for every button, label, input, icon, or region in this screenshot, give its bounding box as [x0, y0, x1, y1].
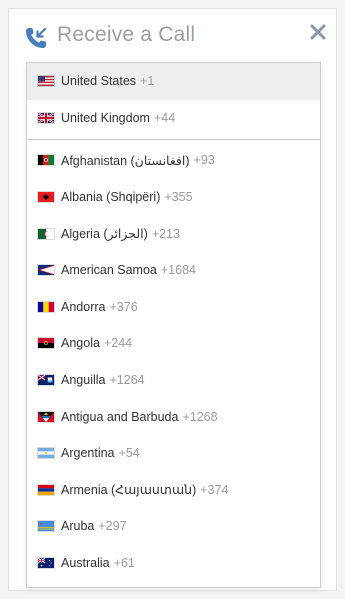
list-divider — [27, 139, 320, 141]
dial-code: +44 — [153, 110, 176, 125]
country-option-american-samoa[interactable]: American Samoa +1684 — [27, 252, 320, 289]
dial-code: +1268 — [182, 409, 218, 424]
dial-code: +54 — [118, 446, 140, 461]
flag-aw-icon — [37, 520, 55, 533]
flag-ar-icon — [37, 447, 55, 460]
flag-af-icon — [37, 154, 55, 167]
flag-dz-icon — [37, 227, 55, 240]
flag-au-icon — [37, 557, 55, 570]
country-option-argentina[interactable]: Argentina +54 — [27, 435, 320, 472]
country-name: Algeria (‫الجزائر‬‎) — [61, 227, 148, 242]
country-option-armenia[interactable]: Armenia (Հայաստան) +374 — [27, 472, 320, 509]
dial-code: +93 — [193, 153, 215, 168]
country-option-anguilla[interactable]: Anguilla +1264 — [27, 362, 320, 399]
country-option-aruba[interactable]: Aruba +297 — [27, 508, 320, 545]
country-name: Argentina — [61, 446, 115, 461]
flag-as-icon — [37, 264, 55, 277]
country-option-angola[interactable]: Angola +244 — [27, 325, 320, 362]
country-name: Anguilla — [61, 373, 106, 388]
country-name: Albania (Shqipëri) — [61, 190, 161, 205]
country-name: United States — [61, 74, 137, 89]
country-name: Armenia (Հայաստան) — [61, 483, 197, 498]
flag-al-icon — [37, 191, 55, 204]
dial-code: +1684 — [160, 263, 196, 278]
receive-call-panel: Receive a Call United States +1 United K… — [8, 8, 337, 591]
close-icon[interactable] — [309, 23, 327, 41]
flag-gb-icon — [37, 111, 55, 124]
country-name: Afghanistan (‫افغانستان‬‎) — [61, 153, 190, 168]
dial-code: +213 — [151, 226, 180, 241]
flag-ai-icon — [37, 374, 55, 387]
country-name: Angola — [61, 336, 100, 351]
country-name: American Samoa — [61, 263, 157, 278]
country-name: Andorra — [61, 299, 106, 314]
phone-incoming-icon — [26, 27, 47, 48]
flag-us-icon — [37, 75, 55, 88]
country-option-united-states[interactable]: United States +1 — [27, 63, 320, 100]
country-dropdown-list[interactable]: United States +1 United Kingdom +44 Afgh… — [26, 62, 321, 588]
country-name: Antigua and Barbuda — [61, 409, 179, 424]
dial-code: +297 — [98, 519, 127, 534]
country-option-albania[interactable]: Albania (Shqipëri) +355 — [27, 179, 320, 216]
dial-code: +374 — [200, 482, 229, 497]
country-option-afghanistan[interactable]: Afghanistan (‫افغانستان‬‎) +93 — [27, 142, 320, 179]
country-option-united-kingdom[interactable]: United Kingdom +44 — [27, 100, 320, 137]
country-name: Aruba — [61, 519, 95, 534]
dial-code: +1264 — [109, 373, 145, 388]
country-option-australia[interactable]: Australia +61 — [27, 545, 320, 582]
dial-code: +355 — [164, 190, 193, 205]
country-name: Australia — [61, 556, 110, 571]
country-option-antigua-and-barbuda[interactable]: Antigua and Barbuda +1268 — [27, 398, 320, 435]
flag-ao-icon — [37, 337, 55, 350]
country-option-andorra[interactable]: Andorra +376 — [27, 289, 320, 326]
country-option-algeria[interactable]: Algeria (‫الجزائر‬‎) +213 — [27, 215, 320, 252]
country-name: United Kingdom — [61, 110, 150, 125]
flag-am-icon — [37, 483, 55, 496]
flag-ag-icon — [37, 410, 55, 423]
dial-code: +61 — [113, 556, 135, 571]
panel-title: Receive a Call — [57, 23, 196, 46]
dial-code: +376 — [109, 299, 138, 314]
flag-ad-icon — [37, 300, 55, 313]
dial-code: +1 — [140, 74, 155, 89]
dial-code: +244 — [103, 336, 133, 351]
panel-header: Receive a Call — [9, 9, 336, 63]
